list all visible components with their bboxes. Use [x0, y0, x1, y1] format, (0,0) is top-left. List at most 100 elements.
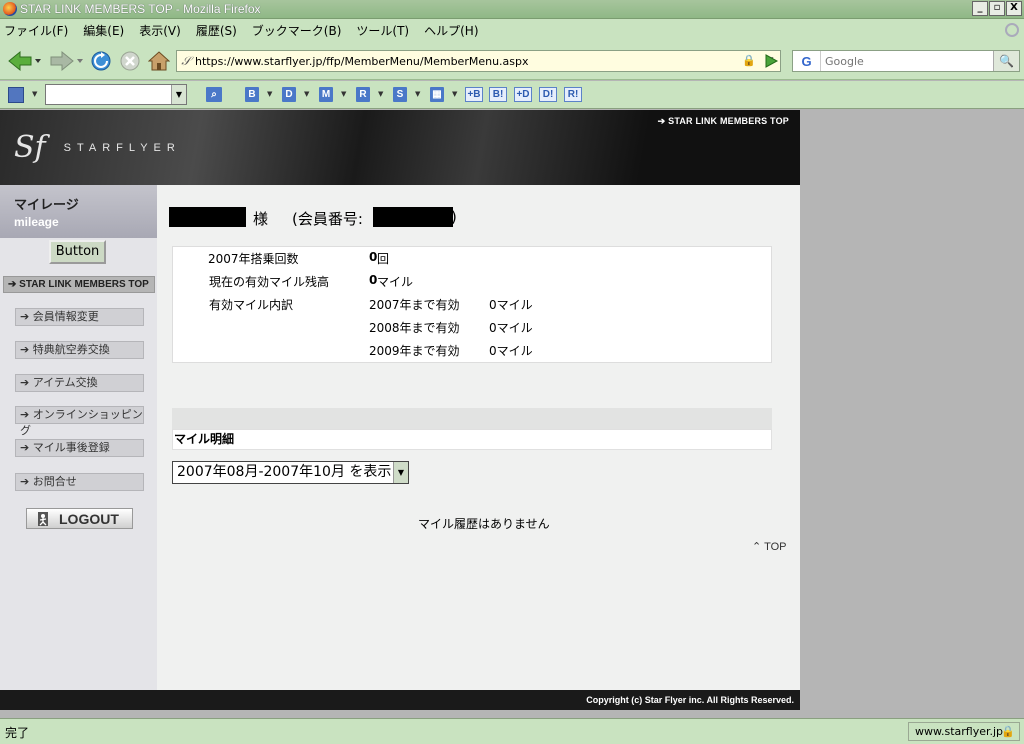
address-bar[interactable]: 𝒮 https://www.starflyer.jp/ffp/MemberMen… — [176, 50, 781, 72]
toolbar-item-s[interactable]: S — [393, 87, 407, 102]
stop-button[interactable] — [118, 49, 142, 73]
site-footer: Copyright (c) Star Flyer inc. All Rights… — [0, 690, 800, 710]
breakdown-miles: 0マイル — [489, 321, 533, 335]
search-engine-selector[interactable]: G — [793, 51, 821, 71]
site-favicon: 𝒮 — [181, 53, 191, 68]
tool-menu-icon[interactable] — [8, 87, 24, 103]
flights-unit: 回 — [377, 252, 390, 266]
menu-bookmarks[interactable]: ブックマーク(B) — [252, 22, 342, 39]
search-input[interactable] — [821, 54, 986, 68]
toolbar-search-icon[interactable]: ⌕ — [206, 87, 222, 102]
toolbar-item-r[interactable]: R — [356, 87, 370, 102]
sidebar-item-label: マイル事後登録 — [32, 441, 110, 454]
sidebar-item-contact[interactable]: ➔ お問合せ — [15, 473, 144, 491]
sidebar-item-label: お問合せ — [32, 475, 77, 488]
mileage-summary: 2007年搭乗回数 0 回 現在の有効マイル残高 0 マイル 有効マイル内訳 2… — [172, 246, 772, 363]
header-top-link[interactable]: ➔ STAR LINK MEMBERS TOP — [658, 116, 789, 127]
toolbar-item-m-dropdown[interactable]: ▼ — [341, 90, 346, 98]
toolbar-item-d[interactable]: D — [282, 87, 296, 102]
navigation-toolbar: 𝒮 https://www.starflyer.jp/ffp/MemberMen… — [0, 42, 1024, 80]
breakdown-miles: 0マイル — [489, 298, 533, 312]
toolbar-r-bang[interactable]: R! — [564, 87, 582, 102]
tool-menu-dropdown[interactable]: ▼ — [32, 90, 37, 98]
go-button[interactable] — [760, 49, 782, 73]
sidebar-item-award-ticket[interactable]: ➔ 特典航空券交換 — [15, 341, 144, 359]
padlock-icon[interactable]: 🔒 — [1001, 723, 1015, 740]
web-page: ➔ STAR LINK MEMBERS TOP Sf STARFLYER マイレ… — [0, 110, 800, 710]
toolbar-image-dropdown[interactable]: ▼ — [452, 90, 457, 98]
reload-icon — [91, 51, 111, 71]
toolbar-item-s-dropdown[interactable]: ▼ — [415, 90, 420, 98]
starflyer-logo[interactable]: Sf STARFLYER — [14, 130, 181, 165]
toolbar-b-bang[interactable]: B! — [489, 87, 507, 102]
mileage-detail-title: マイル明細 — [172, 429, 772, 450]
close-button[interactable]: X — [1006, 1, 1022, 16]
toolbar-item-d-dropdown[interactable]: ▼ — [304, 90, 309, 98]
exit-door-icon — [38, 511, 48, 526]
padlock-icon[interactable]: 🔒 — [742, 54, 756, 67]
forward-arrow-icon — [50, 50, 83, 72]
logout-button[interactable]: LOGOUT — [26, 508, 133, 529]
toolbar-item-m[interactable]: M — [319, 87, 333, 102]
back-arrow-icon — [8, 50, 41, 72]
detail-band — [172, 408, 772, 429]
search-icon[interactable]: 🔍 — [993, 51, 1019, 71]
logo-text: STARFLYER — [63, 141, 181, 154]
sidebar-header: マイレージ mileage — [0, 185, 157, 238]
toolbar-image-icon[interactable]: ▦ — [430, 87, 444, 102]
sidebar-item-member-info[interactable]: ➔ 会員情報変更 — [15, 308, 144, 326]
breakdown-label: 有効マイル内訳 — [209, 298, 294, 312]
sidebar-item-label: 特典航空券交換 — [32, 343, 110, 356]
toolbar-combo[interactable]: ▼ — [45, 84, 187, 105]
page-top-label[interactable]: TOP — [764, 541, 786, 553]
status-domain[interactable]: www.starflyer.jp 🔒 — [908, 722, 1020, 741]
combo-dropdown-icon[interactable]: ▼ — [171, 85, 186, 104]
firefox-icon — [3, 2, 17, 16]
maximize-button[interactable]: ▫ — [989, 1, 1005, 16]
sidebar-item-mileage-registration[interactable]: ➔ マイル事後登録 — [15, 439, 144, 457]
bookmark-toolbar: ▼ ▼ ⌕ B ▼ D ▼ M ▼ R ▼ S ▼ ▦ ▼ +B B! +D D… — [0, 81, 1024, 109]
url-text[interactable]: https://www.starflyer.jp/ffp/MemberMenu/… — [195, 55, 529, 68]
toolbar-item-b[interactable]: B — [245, 87, 259, 102]
member-number-label: (会員番号: — [292, 210, 363, 228]
logo-mark: Sf — [14, 130, 46, 165]
sidebar-item-item-exchange[interactable]: ➔ アイテム交換 — [15, 374, 144, 392]
home-icon — [148, 51, 170, 71]
minimize-button[interactable]: _ — [972, 1, 988, 16]
toolbar-add-b[interactable]: +B — [465, 87, 483, 102]
status-text: 完了 — [5, 726, 30, 740]
toolbar-d-bang[interactable]: D! — [539, 87, 557, 102]
back-button[interactable] — [6, 49, 42, 73]
menu-view[interactable]: 表示(V) — [139, 22, 181, 39]
toolbar-add-d[interactable]: +D — [514, 87, 532, 102]
menu-edit[interactable]: 編集(E) — [83, 22, 124, 39]
menu-tools[interactable]: ツール(T) — [356, 22, 409, 39]
forward-button[interactable] — [48, 49, 84, 73]
sidebar-title: マイレージ — [14, 198, 79, 213]
menu-bar: ファイル(F) 編集(E) 表示(V) 履歴(S) ブックマーク(B) ツール(… — [0, 19, 1024, 42]
sidebar-item-members-top[interactable]: ➔ STAR LINK MEMBERS TOP — [3, 276, 155, 293]
sidebar-item-online-shopping[interactable]: ➔ オンラインショッピング — [15, 406, 144, 437]
sidebar-button[interactable]: Button — [49, 240, 106, 264]
chevron-down-icon[interactable]: ▼ — [393, 462, 408, 483]
search-bar[interactable]: G 🔍 — [792, 50, 1020, 72]
toolbar-item-b-dropdown[interactable]: ▼ — [267, 90, 272, 98]
breakdown-period: 2007年まで有効 — [369, 298, 460, 312]
period-select[interactable]: 2007年08月-2007年10月 を表示 ▼ — [172, 461, 409, 484]
header-top-link-label[interactable]: STAR LINK MEMBERS TOP — [668, 116, 789, 126]
reload-button[interactable] — [89, 49, 113, 73]
sidebar-subtitle: mileage — [14, 215, 59, 229]
menu-history[interactable]: 履歴(S) — [196, 22, 237, 39]
home-button[interactable] — [147, 49, 171, 73]
no-history-message: マイル履歴はありません — [418, 517, 550, 531]
menu-file[interactable]: ファイル(F) — [4, 22, 68, 39]
toolbar-item-r-dropdown[interactable]: ▼ — [378, 90, 383, 98]
member-number-close: ) — [451, 208, 457, 226]
page-top-link[interactable]: ⌃ TOP — [752, 540, 787, 553]
sidebar-item-label: オンラインショッピング — [20, 408, 143, 437]
sidebar-item-label: アイテム交換 — [32, 376, 98, 389]
sidebar-item-label: 会員情報変更 — [32, 310, 99, 323]
window-title: STAR LINK MEMBERS TOP - Mozilla Firefox — [20, 2, 261, 16]
menu-help[interactable]: ヘルプ(H) — [424, 22, 478, 39]
window-title-bar: STAR LINK MEMBERS TOP - Mozilla Firefox … — [0, 0, 1024, 19]
